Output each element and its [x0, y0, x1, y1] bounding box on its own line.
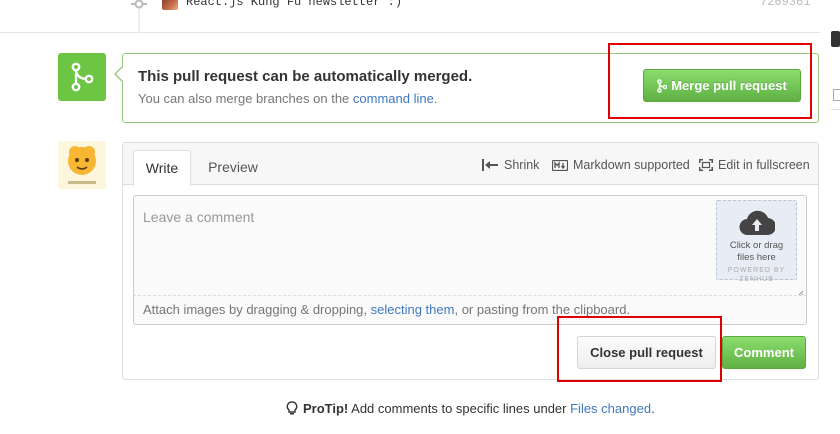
merge-status-title: This pull request can be automatically m… — [138, 68, 473, 85]
tab-write[interactable]: Write — [133, 150, 191, 186]
protip-text: Add comments to specific lines under — [348, 401, 571, 416]
commit-icon — [131, 0, 147, 10]
shrink-button[interactable]: Shrink — [482, 158, 539, 172]
edge-divider — [831, 109, 840, 110]
commit-message[interactable]: React.js Kung Fu newsletter :) — [186, 0, 402, 9]
protip: ProTip! Add comments to specific lines u… — [286, 401, 655, 416]
comment-button[interactable]: Comment — [722, 336, 806, 369]
tab-preview[interactable]: Preview — [198, 150, 268, 184]
selecting-them-link[interactable]: selecting them — [371, 302, 455, 317]
protip-label: ProTip! — [303, 401, 349, 416]
fullscreen-button[interactable]: Edit in fullscreen — [699, 158, 810, 172]
shrink-icon — [482, 159, 498, 171]
lightbulb-icon — [286, 401, 298, 415]
commit-sha[interactable]: 7269361 — [760, 0, 810, 9]
highlight-box-merge — [608, 43, 812, 119]
protip-suffix: . — [651, 401, 655, 416]
commit-row — [0, 0, 820, 33]
attach-suffix: , or pasting from the clipboard. — [454, 302, 631, 317]
merge-status-subtitle: You can also merge branches on the comma… — [138, 91, 437, 106]
merge-subtitle-suffix: . — [433, 91, 438, 106]
files-changed-link[interactable]: Files changed — [570, 401, 651, 416]
markdown-supported-link[interactable]: Markdown supported — [552, 158, 690, 172]
merge-status-icon — [58, 53, 106, 101]
merge-box-pointer-inner — [116, 67, 123, 81]
upload-hint-line1: Click or drag — [729, 240, 784, 251]
comment-placeholder: Leave a comment — [143, 209, 255, 225]
powered-by-line2: ZENHUB — [739, 276, 774, 283]
attach-prefix: Attach images by dragging & dropping, — [143, 302, 371, 317]
user-avatar[interactable] — [58, 141, 106, 189]
edge-lock-icon — [833, 89, 840, 101]
commit-author-avatar[interactable] — [162, 0, 178, 10]
markdown-icon — [552, 159, 568, 171]
textarea-resize-handle[interactable] — [796, 286, 804, 298]
fullscreen-icon — [699, 159, 713, 171]
markdown-label: Markdown supported — [573, 158, 690, 172]
edge-sidebar-icon — [831, 31, 840, 47]
git-merge-icon — [71, 62, 94, 92]
fullscreen-label: Edit in fullscreen — [718, 158, 810, 172]
powered-by-zenhub: POWERED BY ZENHUB — [716, 266, 797, 284]
upload-hint-line2: files here — [737, 252, 776, 263]
command-line-link[interactable]: command line — [353, 91, 434, 106]
merge-subtitle-prefix: You can also merge branches on the — [138, 91, 353, 106]
powered-by-line1: POWERED BY — [727, 267, 786, 274]
shrink-label: Shrink — [504, 158, 540, 172]
attach-hint: Attach images by dragging & dropping, se… — [143, 302, 630, 317]
highlight-box-close — [557, 316, 722, 382]
cloud-upload-icon — [738, 210, 776, 236]
upload-hint: Click or drag files here — [716, 240, 797, 264]
